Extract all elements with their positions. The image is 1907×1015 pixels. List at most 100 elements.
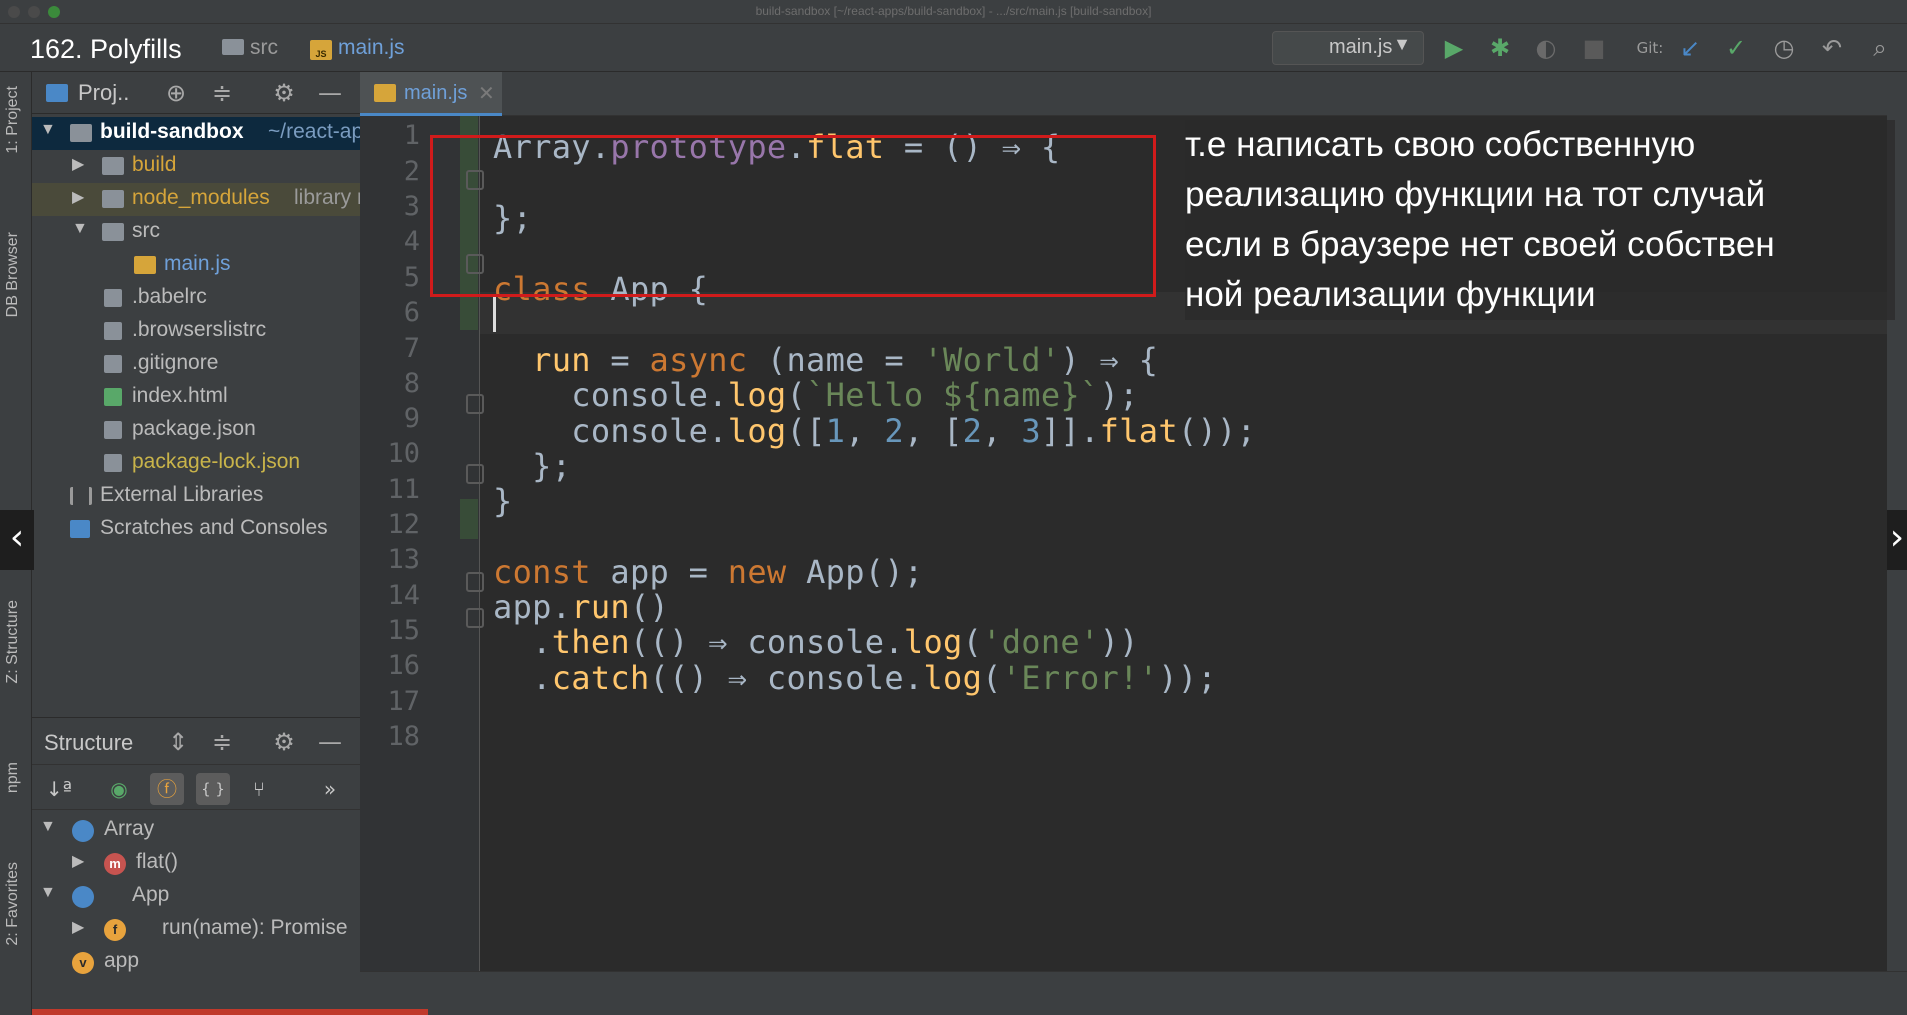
collapse-all-icon[interactable]: ≑ [208, 79, 236, 107]
code-line-14: const app = new App(); [493, 553, 924, 591]
structure-item-run[interactable]: ▶ f run(name): Promise [32, 913, 360, 946]
hide-panel-icon[interactable]: — [316, 79, 344, 107]
code-line-12: } [493, 482, 513, 520]
line-number: 2 [403, 156, 420, 187]
text-file-icon [104, 322, 122, 340]
tool-tab-npm[interactable]: npm [4, 762, 22, 793]
fold-icon[interactable] [466, 464, 484, 484]
scratch-icon [70, 520, 90, 538]
js-file-icon: JS [310, 40, 332, 60]
tree-item-scratches[interactable]: Scratches and Consoles [32, 513, 360, 546]
vcs-commit-icon[interactable]: ✓ [1722, 34, 1750, 62]
structure-title: Structure [44, 730, 134, 755]
line-number: 11 [387, 474, 420, 505]
tree-item-main-js[interactable]: main.js [32, 249, 360, 282]
variable-icon: v [72, 952, 94, 974]
collapse-all-icon[interactable]: ≑ [208, 728, 236, 756]
code-line-9: console.log(`Hello ${name}`); [493, 376, 1139, 414]
next-slide-button[interactable]: › [1887, 510, 1907, 570]
folder-icon [222, 39, 244, 55]
lecture-title: 162. Polyfills [30, 34, 182, 64]
coverage-icon[interactable]: ◐ [1532, 34, 1560, 62]
vcs-label: Git: [1636, 39, 1664, 57]
run-icon[interactable]: ▶ [1440, 34, 1468, 62]
line-number: 3 [403, 191, 420, 222]
debug-icon[interactable]: ✱ [1486, 34, 1514, 62]
js-file-icon [374, 84, 396, 102]
structure-item-app-variable[interactable]: v app [32, 946, 360, 979]
more-icon[interactable]: » [318, 773, 342, 805]
window-title: build-sandbox [~/react-apps/build-sandbo… [755, 4, 1152, 18]
code-line-8: run = async (name = 'World') ⇒ { [493, 341, 1159, 379]
code-line-15: app.run() [493, 588, 670, 626]
fold-icon[interactable] [466, 572, 484, 592]
line-number: 8 [403, 368, 420, 399]
line-number: 12 [387, 509, 420, 540]
tree-item-index-html[interactable]: index.html [32, 381, 360, 414]
tree-item-src[interactable]: ▼ src [32, 216, 360, 249]
close-tab-icon[interactable]: ✕ [478, 81, 495, 105]
tool-tab-project[interactable]: 1: Project [4, 86, 22, 154]
sort-alpha-icon[interactable]: ↓ª [42, 773, 76, 805]
breadcrumb-main-js[interactable]: JS main.js [310, 36, 405, 60]
expand-all-icon[interactable]: ⇕ [164, 728, 192, 756]
locate-file-icon[interactable]: ⊕ [162, 79, 190, 107]
tree-item-node-modules[interactable]: ▶ node_modules library root [32, 183, 360, 216]
tree-item-babelrc[interactable]: .babelrc [32, 282, 360, 315]
video-progress-bar [32, 1009, 428, 1015]
tree-item-browserslistrc[interactable]: .browserslistrc [32, 315, 360, 348]
title-bar: build-sandbox [~/react-apps/build-sandbo… [0, 0, 1907, 24]
show-fields-icon[interactable]: ⓕ [150, 773, 184, 805]
tool-tab-db-browser[interactable]: DB Browser [4, 232, 22, 317]
expand-arrow-icon: ▼ [40, 884, 56, 901]
previous-slide-button[interactable]: ‹ [0, 510, 34, 570]
config-file-icon [104, 454, 122, 472]
tree-item-gitignore[interactable]: .gitignore [32, 348, 360, 381]
expand-arrow-icon: ▶ [72, 189, 85, 206]
show-inherited-icon[interactable]: ◉ [102, 773, 136, 805]
vcs-update-icon[interactable]: ↙ [1676, 34, 1704, 62]
project-view-select[interactable]: Proj.. [78, 80, 129, 106]
change-marker [460, 499, 478, 539]
line-number: 18 [387, 721, 420, 752]
tree-item-external-libraries[interactable]: External Libraries [32, 480, 360, 513]
structure-item-app[interactable]: ▼ App [32, 880, 360, 913]
structure-item-array[interactable]: ▼ Array [32, 814, 360, 847]
folder-icon [70, 124, 92, 142]
tree-item-build[interactable]: ▶ build [32, 150, 360, 183]
history-icon[interactable]: ◷ [1770, 34, 1798, 62]
search-icon[interactable]: ⌕ [1866, 34, 1894, 62]
stop-icon[interactable]: ■ [1580, 34, 1608, 62]
expand-arrow-icon: ▶ [72, 919, 85, 936]
structure-item-flat[interactable]: ▶ m flat() [32, 847, 360, 880]
rollback-icon[interactable]: ↶ [1818, 34, 1846, 62]
tab-main-js[interactable]: main.js ✕ [360, 72, 502, 116]
code-line-10: console.log([1, 2, [2, 3]].flat()); [493, 412, 1257, 450]
annotation-line: ной реализации функции [1185, 275, 1596, 314]
expand-arrow-icon: ▶ [72, 156, 85, 173]
breadcrumb-src[interactable]: src [222, 36, 278, 60]
run-configuration-select[interactable]: main.js ▼ [1272, 31, 1424, 65]
folder-icon [102, 157, 124, 175]
tree-item-package-json[interactable]: package.json [32, 414, 360, 447]
fold-icon[interactable] [466, 608, 484, 628]
hide-panel-icon[interactable]: — [316, 728, 344, 756]
fold-icon[interactable] [466, 394, 484, 414]
hierarchy-icon[interactable]: ⑂ [242, 773, 276, 805]
tree-item-build-sandbox[interactable]: ▼ build-sandbox ~/react-apps/build-sandb… [32, 117, 360, 150]
tool-tab-structure[interactable]: Z: Structure [4, 600, 22, 684]
html-file-icon [104, 388, 122, 406]
project-panel: Proj.. ⊕ ≑ ⚙ — ▼ build-sandbox ~/react-a… [32, 72, 360, 717]
code-line-11: }; [493, 447, 572, 485]
line-number: 15 [387, 615, 420, 646]
gear-icon[interactable]: ⚙ [270, 728, 298, 756]
js-class-icon [72, 820, 94, 842]
tool-tab-favorites[interactable]: 2: Favorites [4, 862, 22, 946]
expand-arrow-icon: ▼ [40, 121, 56, 138]
annotation-line: т.е написать свою собственную [1185, 125, 1696, 164]
gear-icon[interactable]: ⚙ [270, 79, 298, 107]
tree-item-package-lock-json[interactable]: package-lock.json [32, 447, 360, 480]
chevron-down-icon: ▼ [1393, 34, 1411, 54]
show-props-icon[interactable]: { } [196, 773, 230, 805]
expand-arrow-icon: ▼ [72, 220, 88, 237]
